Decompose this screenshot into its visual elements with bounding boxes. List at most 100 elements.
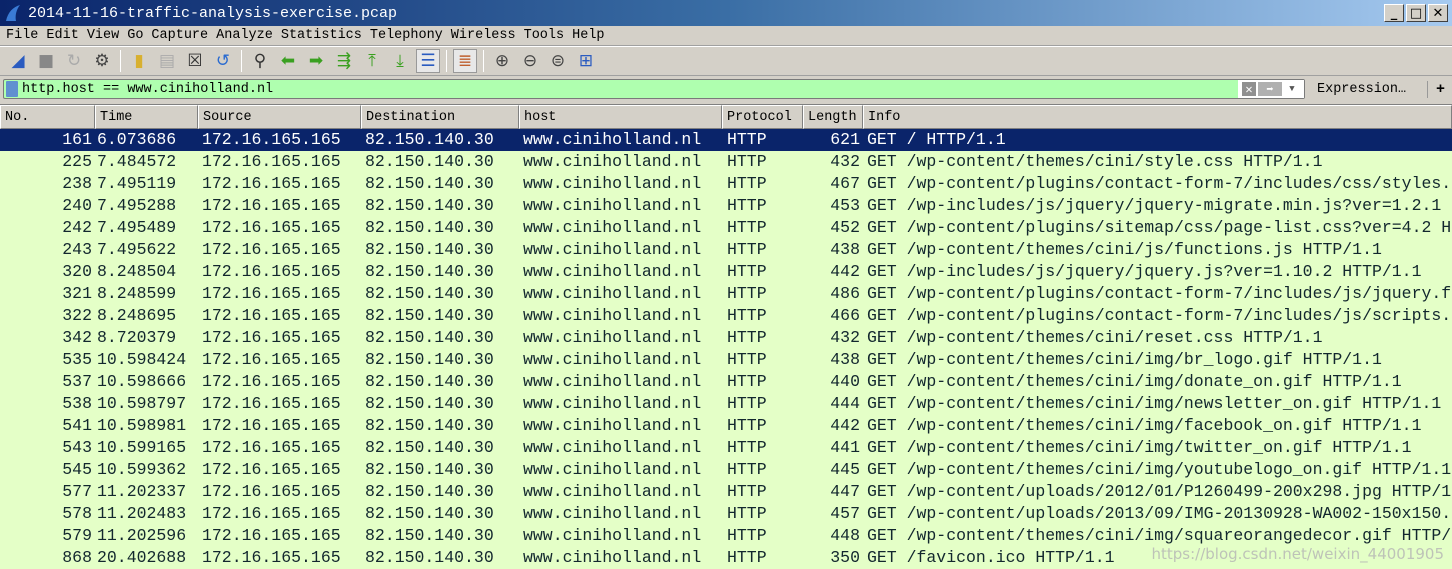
packet-row[interactable]: 543 10.599165 172.16.165.165 82.150.140.30 w… (0, 437, 1452, 459)
filter-text[interactable]: http.host == www.ciniholland.nl (22, 82, 1238, 97)
bookmark-icon[interactable] (6, 81, 18, 97)
packet-row[interactable]: 225 7.484572 172.16.165.165 82.150.140.30 ww… (0, 151, 1452, 173)
capture-options-icon[interactable]: ⚙ (90, 49, 114, 73)
column-header-protocol[interactable]: Protocol (722, 105, 803, 129)
cell-source: 172.16.165.165 (202, 130, 341, 149)
cell-host: www.ciniholland.nl (523, 218, 702, 237)
column-header-host[interactable]: host (519, 105, 722, 129)
cell-no: 535 (62, 350, 92, 369)
cell-source: 172.16.165.165 (202, 350, 341, 369)
menu-analyze[interactable]: Analyze (216, 28, 273, 43)
clear-filter-icon[interactable]: ✕ (1242, 82, 1256, 97)
go-to-packet-icon[interactable]: ⇶ (332, 49, 356, 73)
cell-info: GET /wp-includes/js/jquery/jquery-migrat… (867, 196, 1442, 215)
cell-host: www.ciniholland.nl (523, 526, 702, 545)
menu-file[interactable]: File (6, 28, 38, 43)
menu-view[interactable]: View (87, 28, 119, 43)
cell-host: www.ciniholland.nl (523, 306, 702, 325)
packet-row[interactable]: 577 11.202337 172.16.165.165 82.150.140.30 w… (0, 481, 1452, 503)
packet-row[interactable]: 579 11.202596 172.16.165.165 82.150.140.30 w… (0, 525, 1452, 547)
go-forward-icon[interactable]: ➡ (304, 49, 328, 73)
cell-protocol: HTTP (727, 262, 767, 281)
minimize-button[interactable]: _ (1384, 4, 1404, 22)
maximize-button[interactable]: □ (1406, 4, 1426, 22)
expression-button[interactable]: Expression… (1317, 82, 1406, 97)
cell-time: 8.248504 (97, 262, 177, 281)
packet-row[interactable]: 238 7.495119 172.16.165.165 82.150.140.30 ww… (0, 173, 1452, 195)
menu-tools[interactable]: Tools (524, 28, 565, 43)
close-button[interactable]: ✕ (1428, 4, 1448, 22)
cell-destination: 82.150.140.30 (365, 174, 494, 193)
cell-host: www.ciniholland.nl (523, 350, 702, 369)
packet-row[interactable]: 240 7.495288 172.16.165.165 82.150.140.30 ww… (0, 195, 1452, 217)
column-header-destination[interactable]: Destination (361, 105, 519, 129)
resize-columns-icon[interactable]: ⊞ (574, 49, 598, 73)
packet-row[interactable]: 538 10.598797 172.16.165.165 82.150.140.30 w… (0, 393, 1452, 415)
cell-info: GET /wp-content/plugins/sitemap/css/page… (867, 218, 1452, 237)
save-file-icon[interactable]: ▤ (155, 49, 179, 73)
start-capture-icon[interactable]: ◢ (6, 49, 30, 73)
column-header-info[interactable]: Info (863, 105, 1452, 129)
go-last-icon[interactable]: ⤓ (388, 49, 412, 73)
auto-scroll-icon[interactable]: ☰ (416, 49, 440, 73)
cell-protocol: HTTP (727, 328, 767, 347)
menu-edit[interactable]: Edit (46, 28, 78, 43)
cell-protocol: HTTP (727, 152, 767, 171)
packet-row[interactable]: 545 10.599362 172.16.165.165 82.150.140.30 w… (0, 459, 1452, 481)
cell-source: 172.16.165.165 (202, 152, 341, 171)
cell-time: 10.598981 (97, 416, 187, 435)
column-header-time[interactable]: Time (95, 105, 198, 129)
menu-go[interactable]: Go (127, 28, 143, 43)
cell-no: 342 (62, 328, 92, 347)
go-first-icon[interactable]: ⤒ (360, 49, 384, 73)
cell-time: 11.202596 (97, 526, 187, 545)
filter-history-dropdown-icon[interactable]: ▼ (1284, 84, 1300, 94)
find-packet-icon[interactable]: ⚲ (248, 49, 272, 73)
packet-row[interactable]: 320 8.248504 172.16.165.165 82.150.140.30 ww… (0, 261, 1452, 283)
cell-no: 243 (62, 240, 92, 259)
cell-time: 10.598797 (97, 394, 187, 413)
column-header-length[interactable]: Length (803, 105, 863, 129)
cell-no: 541 (62, 416, 92, 435)
packet-row[interactable]: 578 11.202483 172.16.165.165 82.150.140.30 w… (0, 503, 1452, 525)
cell-source: 172.16.165.165 (202, 174, 341, 193)
watermark: https://blog.csdn.net/weixin_44001905 (1151, 545, 1444, 563)
packet-row[interactable]: 243 7.495622 172.16.165.165 82.150.140.30 ww… (0, 239, 1452, 261)
go-back-icon[interactable]: ⬅ (276, 49, 300, 73)
colorize-icon[interactable]: ≣ (453, 49, 477, 73)
cell-info: GET /wp-content/themes/cini/img/squareor… (867, 526, 1452, 545)
cell-info: GET /wp-content/uploads/2013/09/IMG-2013… (867, 504, 1452, 523)
reload-file-icon[interactable]: ↺ (211, 49, 235, 73)
packet-row[interactable]: 537 10.598666 172.16.165.165 82.150.140.30 w… (0, 371, 1452, 393)
packet-row[interactable]: 242 7.495489 172.16.165.165 82.150.140.30 ww… (0, 217, 1452, 239)
add-filter-button[interactable]: + (1426, 80, 1445, 98)
open-file-icon[interactable]: ▮ (127, 49, 151, 73)
zoom-in-icon[interactable]: ⊕ (490, 49, 514, 73)
cell-length: 448 (830, 526, 860, 545)
close-file-icon[interactable]: ☒ (183, 49, 207, 73)
apply-filter-icon[interactable]: ➡ (1258, 82, 1282, 97)
packet-row[interactable]: 342 8.720379 172.16.165.165 82.150.140.30 ww… (0, 327, 1452, 349)
packet-row[interactable]: 322 8.248695 172.16.165.165 82.150.140.30 ww… (0, 305, 1452, 327)
column-header-source[interactable]: Source (198, 105, 361, 129)
stop-capture-icon[interactable]: ■ (34, 49, 58, 73)
zoom-out-icon[interactable]: ⊖ (518, 49, 542, 73)
restart-capture-icon[interactable]: ↻ (62, 49, 86, 73)
display-filter-input[interactable]: http.host == www.ciniholland.nl ✕ ➡ ▼ (3, 79, 1305, 99)
cell-host: www.ciniholland.nl (523, 394, 702, 413)
menu-statistics[interactable]: Statistics (281, 28, 362, 43)
menu-capture[interactable]: Capture (151, 28, 208, 43)
zoom-normal-icon[interactable]: ⊜ (546, 49, 570, 73)
cell-length: 442 (830, 262, 860, 281)
column-header-no[interactable]: No. (0, 105, 95, 129)
cell-length: 438 (830, 350, 860, 369)
cell-host: www.ciniholland.nl (523, 438, 702, 457)
menu-wireless[interactable]: Wireless (451, 28, 516, 43)
packet-row[interactable]: 161 6.073686 172.16.165.165 82.150.140.30 ww… (0, 129, 1452, 151)
menu-help[interactable]: Help (572, 28, 604, 43)
packet-row[interactable]: 535 10.598424 172.16.165.165 82.150.140.30 w… (0, 349, 1452, 371)
cell-no: 320 (62, 262, 92, 281)
packet-row[interactable]: 321 8.248599 172.16.165.165 82.150.140.30 ww… (0, 283, 1452, 305)
menu-telephony[interactable]: Telephony (370, 28, 443, 43)
packet-row[interactable]: 541 10.598981 172.16.165.165 82.150.140.30 w… (0, 415, 1452, 437)
